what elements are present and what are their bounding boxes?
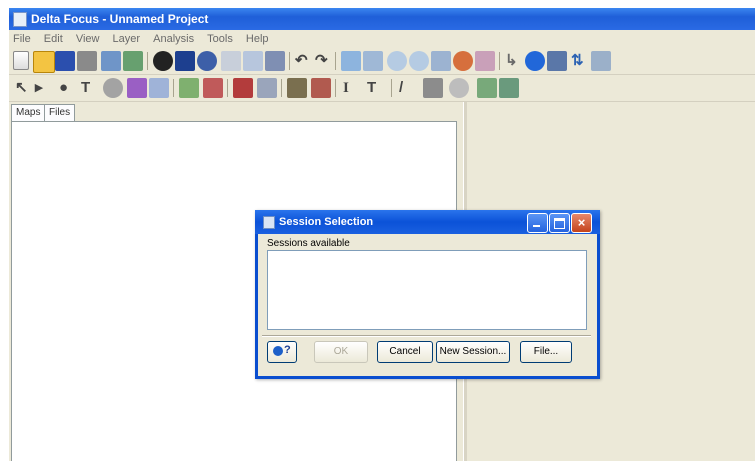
file-button[interactable]: File... bbox=[520, 341, 572, 363]
redo-icon[interactable]: ↷ bbox=[315, 52, 328, 70]
menu-help[interactable]: Help bbox=[246, 33, 269, 45]
export-icon[interactable] bbox=[475, 51, 495, 71]
grid-icon[interactable] bbox=[547, 51, 567, 71]
line-color-icon[interactable] bbox=[233, 78, 253, 98]
font-icon[interactable]: I bbox=[343, 79, 349, 97]
save-icon[interactable] bbox=[55, 51, 75, 71]
shape-icon[interactable] bbox=[103, 78, 123, 98]
minimize-button[interactable] bbox=[527, 213, 548, 233]
table-icon[interactable] bbox=[175, 51, 195, 71]
refresh-icon[interactable] bbox=[453, 51, 473, 71]
undo-icon[interactable]: ↶ bbox=[295, 52, 308, 70]
help-icon bbox=[273, 346, 283, 356]
menu-layer[interactable]: Layer bbox=[113, 33, 141, 45]
help-button[interactable]: ? bbox=[267, 341, 297, 363]
point-icon[interactable]: ● bbox=[59, 79, 68, 97]
line-style-icon[interactable] bbox=[179, 78, 199, 98]
menu-file[interactable]: File bbox=[13, 33, 31, 45]
sort-icon[interactable]: ⇅ bbox=[571, 52, 584, 70]
drawing-toolbar: ↖ ▸ ● T I T / bbox=[9, 75, 755, 102]
toolbar-separator bbox=[335, 79, 336, 97]
maximize-button[interactable] bbox=[549, 213, 570, 233]
menu-edit[interactable]: Edit bbox=[44, 33, 63, 45]
toolbar-separator bbox=[289, 52, 290, 70]
open-icon[interactable] bbox=[33, 51, 55, 73]
dialog-separator bbox=[262, 335, 591, 337]
color-icon[interactable] bbox=[127, 78, 147, 98]
dialog-icon bbox=[263, 216, 275, 229]
play-icon[interactable]: ▸ bbox=[35, 79, 43, 97]
text-size-icon[interactable]: T bbox=[367, 79, 376, 97]
paste-icon[interactable] bbox=[265, 51, 285, 71]
select-icon[interactable] bbox=[341, 51, 361, 71]
toolbar-separator bbox=[173, 79, 174, 97]
tab-files[interactable]: Files bbox=[44, 104, 76, 121]
copy-icon[interactable] bbox=[243, 51, 263, 71]
dialog-titlebar[interactable]: Session Selection × bbox=[255, 210, 600, 234]
arrow-icon[interactable]: ↖ bbox=[15, 79, 28, 97]
zoom-rect-icon[interactable] bbox=[431, 51, 451, 71]
image-icon[interactable] bbox=[123, 51, 143, 71]
app-titlebar[interactable]: Delta Focus - Unnamed Project bbox=[9, 8, 755, 30]
zoom-out-icon[interactable] bbox=[409, 51, 429, 71]
more-icon[interactable] bbox=[591, 51, 611, 71]
layer-icon[interactable] bbox=[153, 51, 173, 71]
toolbar-separator bbox=[281, 79, 282, 97]
main-toolbar: ↶ ↷ ↳ ⇅ bbox=[9, 48, 755, 75]
fill-color-icon[interactable] bbox=[287, 78, 307, 98]
new-session-button[interactable]: New Session... bbox=[436, 341, 510, 363]
sessions-list[interactable] bbox=[267, 250, 587, 330]
text-color-icon[interactable] bbox=[311, 78, 331, 98]
toolbar-separator bbox=[335, 52, 336, 70]
pointer-icon[interactable]: ↳ bbox=[505, 52, 518, 70]
line-width-icon[interactable] bbox=[257, 78, 277, 98]
database-icon[interactable] bbox=[197, 51, 217, 71]
help-label: ? bbox=[284, 344, 291, 356]
info-icon[interactable] bbox=[525, 51, 545, 71]
session-selection-dialog: Session Selection × Sessions available ?… bbox=[255, 210, 600, 379]
cut-icon[interactable] bbox=[221, 51, 241, 71]
symbol-icon[interactable] bbox=[203, 78, 223, 98]
ok-button[interactable]: OK bbox=[314, 341, 368, 363]
menu-bar: File Edit View Layer Analysis Tools Help bbox=[9, 30, 755, 48]
zoom-in-icon[interactable] bbox=[387, 51, 407, 71]
line-icon[interactable]: / bbox=[399, 79, 403, 97]
toolbar-separator bbox=[499, 52, 500, 70]
dialog-title: Session Selection bbox=[279, 216, 374, 228]
toolbar-separator bbox=[391, 79, 392, 97]
fill-icon[interactable] bbox=[149, 78, 169, 98]
text-icon[interactable]: T bbox=[81, 79, 90, 97]
menu-tools[interactable]: Tools bbox=[207, 33, 233, 45]
window-title: Delta Focus - Unnamed Project bbox=[31, 12, 209, 26]
new-icon[interactable] bbox=[13, 51, 29, 70]
layer-view-icon[interactable] bbox=[477, 78, 497, 98]
menu-view[interactable]: View bbox=[76, 33, 100, 45]
preview-icon[interactable] bbox=[101, 51, 121, 71]
circle-icon[interactable] bbox=[449, 78, 469, 98]
layer-edit-icon[interactable] bbox=[499, 78, 519, 98]
toolbar-separator bbox=[147, 52, 148, 70]
marker-icon[interactable] bbox=[423, 78, 443, 98]
clear-icon[interactable] bbox=[363, 51, 383, 71]
cancel-button[interactable]: Cancel bbox=[377, 341, 433, 363]
app-icon bbox=[13, 12, 27, 27]
print-icon[interactable] bbox=[77, 51, 97, 71]
toolbar-separator bbox=[227, 79, 228, 97]
sessions-label: Sessions available bbox=[267, 238, 350, 249]
tab-maps[interactable]: Maps bbox=[11, 104, 46, 121]
menu-analysis[interactable]: Analysis bbox=[153, 33, 194, 45]
close-button[interactable]: × bbox=[571, 213, 592, 233]
